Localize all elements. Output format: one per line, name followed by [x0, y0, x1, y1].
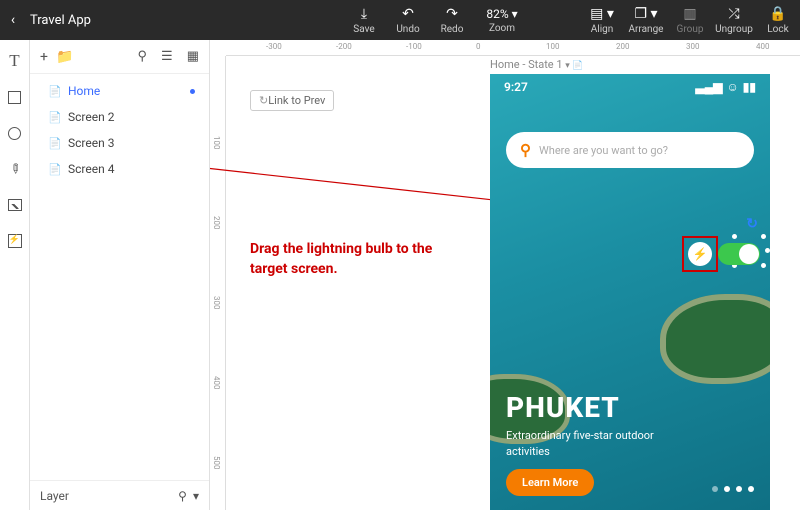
ruler-horizontal: -300-200-1000100200300400	[226, 40, 800, 56]
page-dot	[712, 486, 718, 492]
page-screen3[interactable]: 📄Screen 3	[30, 130, 209, 156]
back-button[interactable]: ‹	[0, 12, 26, 28]
undo-icon: ↶	[402, 6, 414, 22]
hero-block: PHUKET Extraordinary five-star outdoor a…	[506, 391, 754, 496]
island-graphic	[660, 294, 770, 384]
page-dot	[748, 486, 754, 492]
layer-label: Layer	[40, 489, 69, 503]
interaction-tool[interactable]: ⚡	[6, 232, 24, 250]
pen-tool[interactable]: ✎	[2, 156, 27, 181]
panel-search-icon[interactable]: ⚲	[178, 489, 187, 503]
tool-rail: T ✎ ⚡	[0, 40, 30, 510]
link-to-prev-pill[interactable]: ↻Link to Prev	[250, 90, 334, 111]
project-title: Travel App	[26, 13, 91, 28]
list-icon[interactable]: ☰	[161, 49, 173, 64]
rotate-handle-icon[interactable]: ↻	[746, 216, 758, 232]
status-time: 9:27	[504, 80, 528, 94]
redo-button[interactable]: ↷Redo	[430, 0, 474, 40]
undo-button[interactable]: ↶Undo	[386, 0, 430, 40]
toggle-switch[interactable]	[718, 243, 760, 265]
page-icon: 📄	[48, 163, 62, 176]
layers-panel: + 📁 ⚲ ☰ ▦ 📄Home 📄Screen 2 📄Screen 3 📄Scr…	[30, 40, 210, 510]
help-annotation: Drag the lightning bulb to the target sc…	[250, 240, 450, 279]
ungroup-button[interactable]: ⤮Ungroup	[712, 0, 756, 40]
align-icon: ▤ ▾	[590, 6, 614, 22]
ruler-vertical: 100200300400500	[210, 56, 226, 510]
ellipse-tool[interactable]	[6, 124, 24, 142]
arrange-icon: ❐ ▾	[634, 6, 657, 22]
artboard-label: Home - State 1 ▾ 📄	[490, 58, 583, 71]
search-bar[interactable]: ⚲ Where are you want to go?	[506, 132, 754, 168]
design-canvas[interactable]: -300-200-1000100200300400 10020030040050…	[210, 40, 800, 510]
battery-icon: ▮▮	[743, 80, 756, 94]
arrange-button[interactable]: ❐ ▾Arrange	[624, 0, 668, 40]
ungroup-icon: ⤮	[728, 6, 739, 22]
page-icon: 📄	[48, 137, 62, 150]
status-bar: 9:27 ▃▄▆ ☺ ▮▮	[490, 80, 770, 94]
panel-dropdown-icon[interactable]: ▾	[193, 489, 199, 503]
add-page-button[interactable]: +	[40, 49, 48, 65]
zoom-control[interactable]: 82% ▾Zoom	[474, 0, 530, 40]
page-indicator	[712, 486, 754, 492]
rectangle-tool[interactable]	[6, 88, 24, 106]
hero-title: PHUKET	[506, 391, 754, 424]
search-icon[interactable]: ⚲	[138, 49, 148, 64]
lock-button[interactable]: 🔒Lock	[756, 0, 800, 40]
lightning-handle[interactable]: ⚡	[688, 242, 712, 266]
folder-button[interactable]: 📁	[56, 49, 73, 65]
text-tool[interactable]: T	[6, 52, 24, 70]
page-home[interactable]: 📄Home	[30, 78, 209, 104]
top-toolbar: ‹ Travel App ⤓Save ↶Undo ↷Redo 82% ▾Zoom…	[0, 0, 800, 40]
search-placeholder: Where are you want to go?	[539, 144, 668, 157]
page-icon: 📄	[48, 111, 62, 124]
align-button[interactable]: ▤ ▾Align	[580, 0, 624, 40]
wifi-icon: ☺	[727, 80, 739, 94]
page-screen4[interactable]: 📄Screen 4	[30, 156, 209, 182]
page-dot	[724, 486, 730, 492]
page-screen2[interactable]: 📄Screen 2	[30, 104, 209, 130]
learn-more-button[interactable]: Learn More	[506, 469, 594, 496]
signal-icon: ▃▄▆	[696, 80, 723, 94]
save-button[interactable]: ⤓Save	[342, 0, 386, 40]
lock-icon: 🔒	[769, 6, 786, 22]
grid-icon[interactable]: ▦	[187, 49, 199, 64]
redo-icon: ↷	[446, 6, 458, 22]
image-tool[interactable]	[6, 196, 24, 214]
interaction-widget[interactable]: ⚡	[688, 242, 760, 266]
artboard-home[interactable]: 9:27 ▃▄▆ ☺ ▮▮ ⚲ Where are you want to go…	[490, 74, 770, 510]
page-tree: 📄Home 📄Screen 2 📄Screen 3 📄Screen 4	[30, 74, 209, 480]
group-button[interactable]: ▥Group	[668, 0, 712, 40]
save-icon: ⤓	[361, 6, 367, 22]
hero-subtitle: Extraordinary five-star outdoor activiti…	[506, 428, 686, 459]
search-icon: ⚲	[520, 141, 531, 159]
page-dot	[736, 486, 742, 492]
group-icon: ▥	[683, 6, 696, 22]
page-icon: 📄	[48, 85, 62, 98]
